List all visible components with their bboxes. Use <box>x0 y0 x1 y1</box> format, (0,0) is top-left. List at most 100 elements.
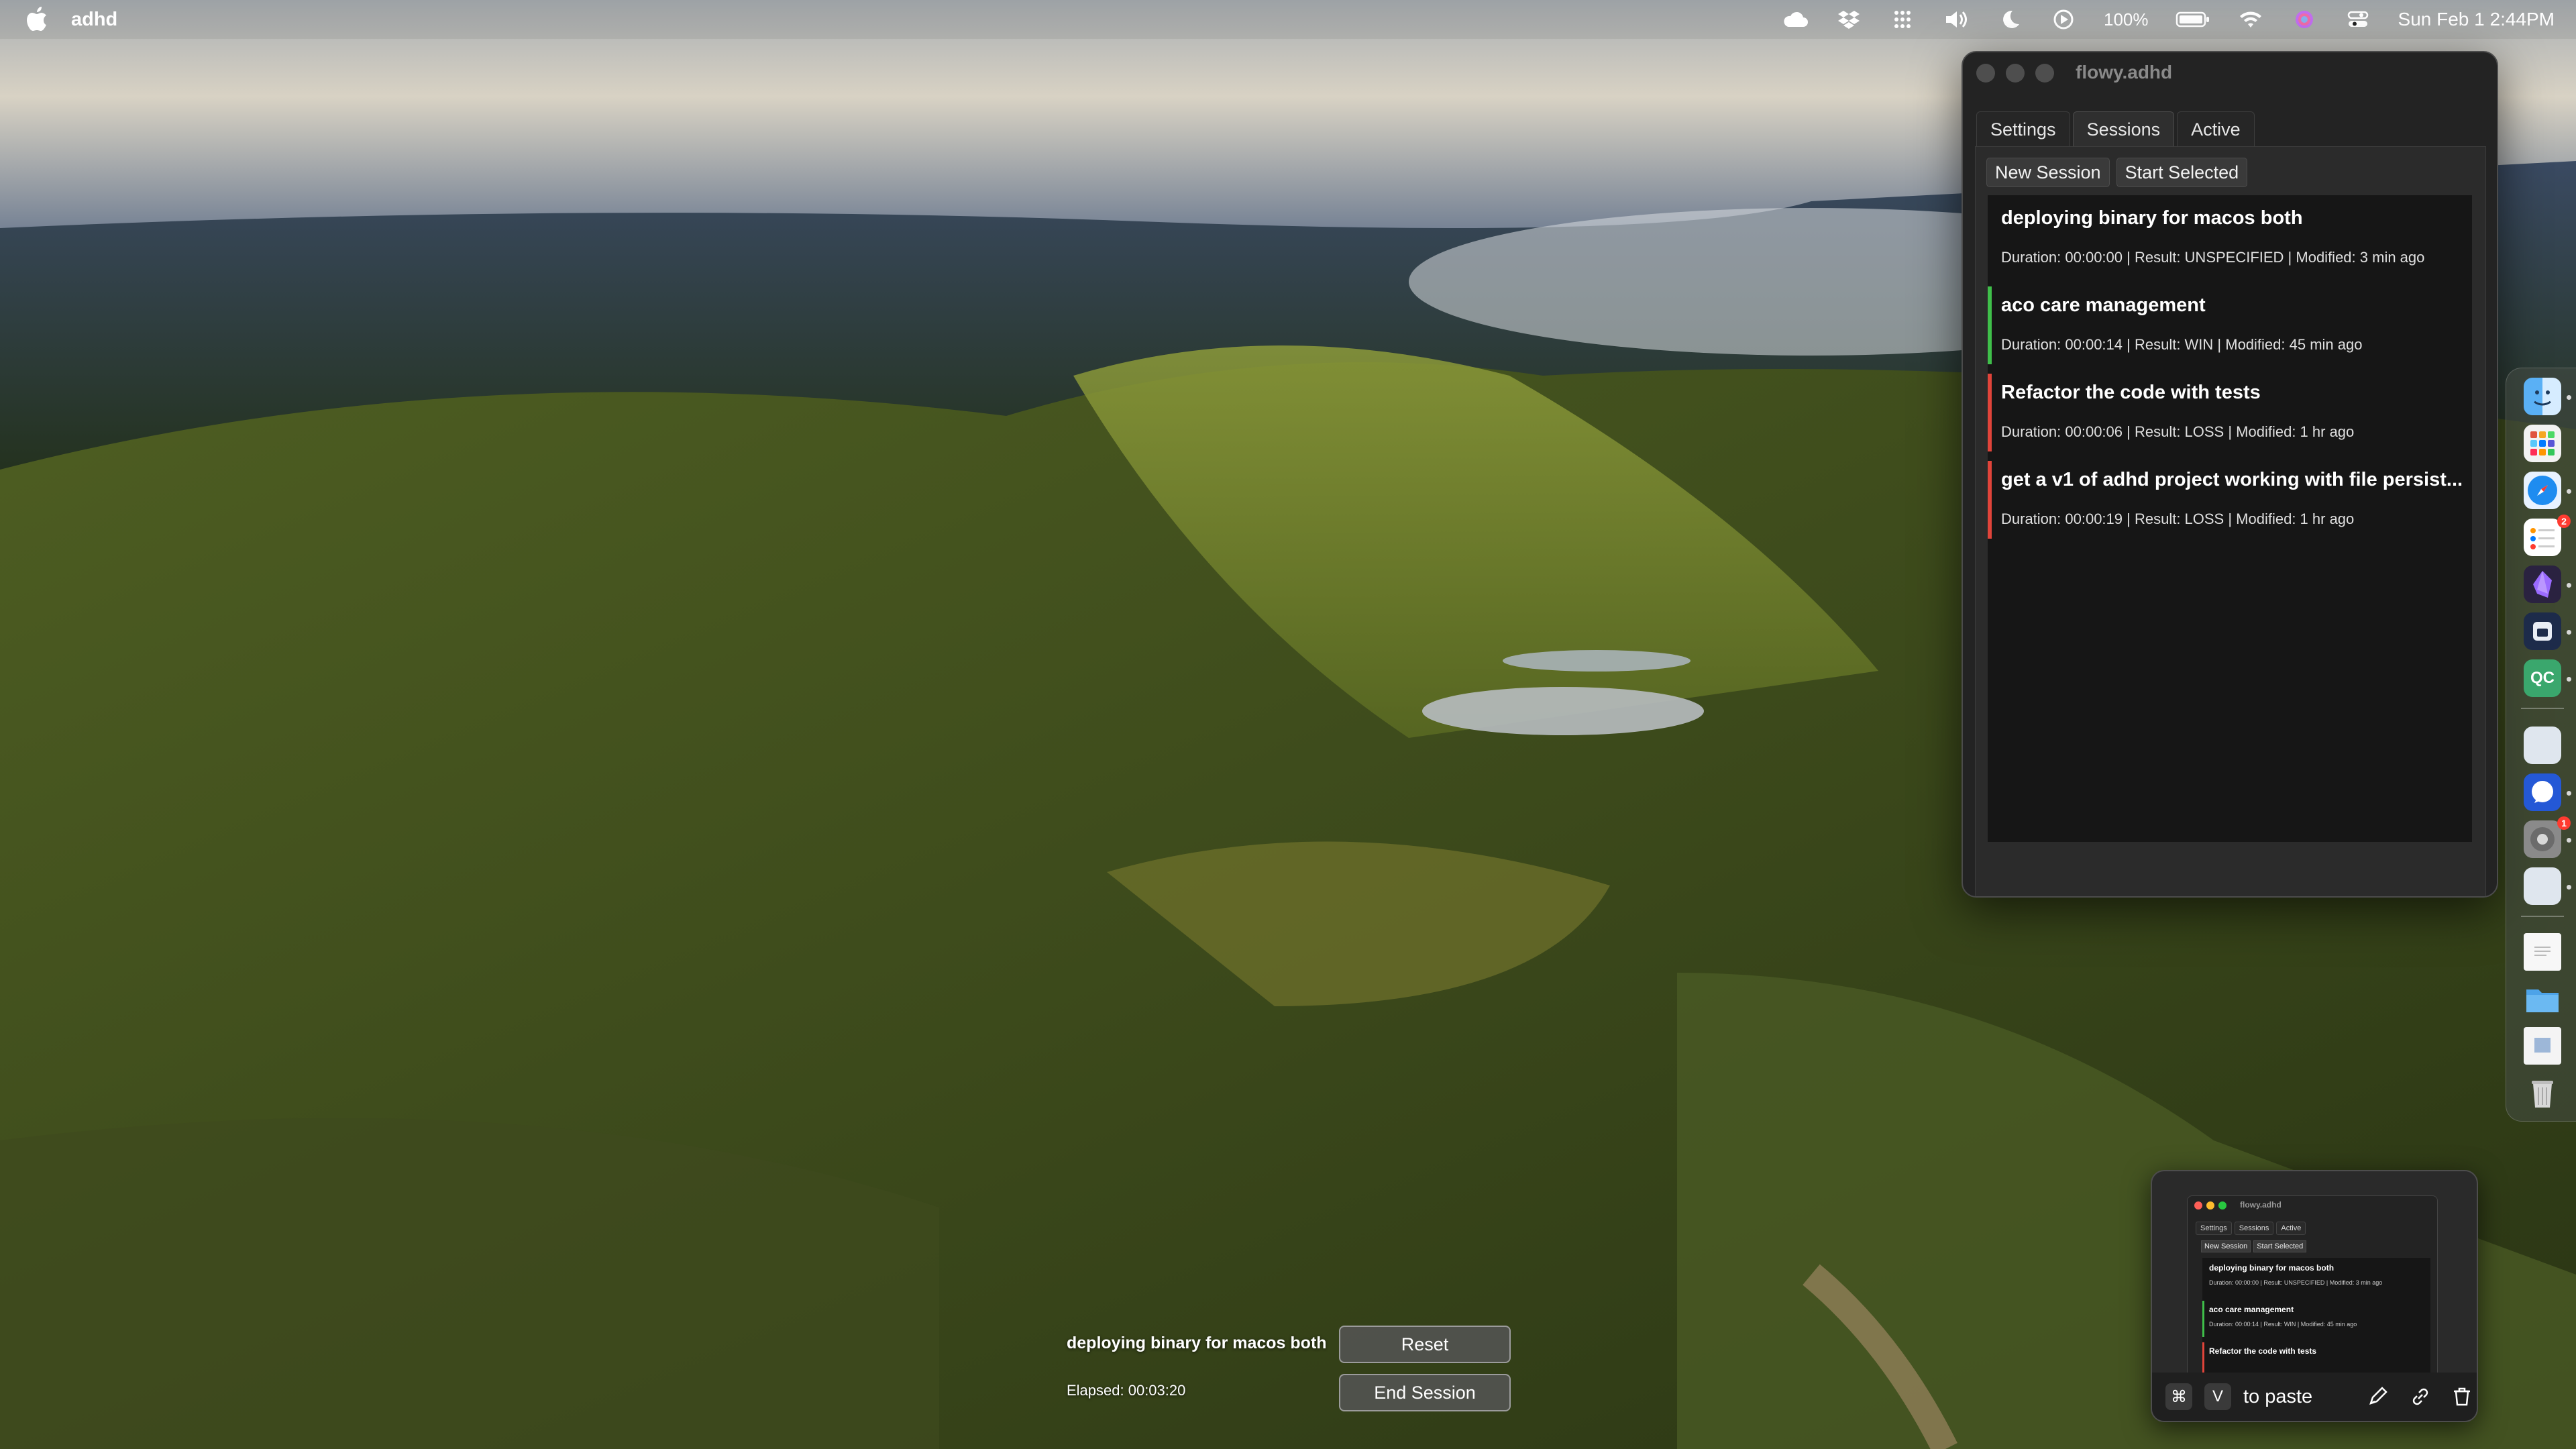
thumbnail-button: Start Selected <box>2253 1240 2307 1252</box>
thumbnail-tab: Settings <box>2196 1222 2232 1235</box>
markup-pen-icon[interactable] <box>2365 1385 2390 1409</box>
reset-button[interactable]: Reset <box>1339 1326 1511 1363</box>
running-indicator <box>2567 583 2571 588</box>
thumbnail-session-list: deploying binary for macos both Duration… <box>2202 1258 2430 1391</box>
session-list[interactable]: deploying binary for macos both Duration… <box>1988 195 2472 842</box>
qc-icon[interactable]: QC <box>2524 659 2561 697</box>
launchpad-icon[interactable] <box>2524 425 2561 462</box>
running-indicator <box>2567 677 2571 682</box>
thumbnail-session-title: aco care management <box>2209 1305 2294 1314</box>
siri-icon[interactable] <box>2291 8 2318 31</box>
session-row[interactable]: aco care management Duration: 00:00:14 |… <box>1988 282 2472 367</box>
thumbnail-preview-image: flowy.adhd Settings Sessions Active New … <box>2187 1195 2438 1391</box>
zoom-window-button[interactable] <box>2035 64 2054 83</box>
end-session-button[interactable]: End Session <box>1339 1374 1511 1411</box>
running-indicator <box>2567 791 2571 796</box>
thumbnail-tabs: Settings Sessions Active <box>2196 1222 2306 1235</box>
finder-icon[interactable] <box>2524 378 2561 415</box>
flowy-window: flowy.adhd Settings Sessions Active New … <box>1962 51 2498 898</box>
thumbnail-session-meta: Duration: 00:00:14 | Result: WIN | Modif… <box>2209 1321 2357 1328</box>
dock-separator <box>2521 708 2564 709</box>
tab-bar: Settings Sessions Active <box>1976 111 2257 148</box>
grid-dots-icon[interactable] <box>1889 8 1916 31</box>
tab-settings[interactable]: Settings <box>1976 111 2070 147</box>
result-indicator <box>1988 286 1992 364</box>
paste-hint: to paste <box>2243 1386 2313 1407</box>
trash-icon[interactable] <box>2524 1074 2561 1112</box>
zoom-dot <box>2218 1201 2226 1210</box>
thumbnail-session-title: Refactor the code with tests <box>2209 1346 2317 1356</box>
menubar-clock[interactable]: Sun Feb 1 2:44PM <box>2398 9 2555 30</box>
running-indicator <box>2567 838 2571 843</box>
thumbnail-session-meta: Duration: 00:00:00 | Result: UNSPECIFIED… <box>2209 1279 2383 1286</box>
running-indicator <box>2567 489 2571 494</box>
result-indicator <box>1988 374 1992 451</box>
app-icon[interactable] <box>2524 867 2561 905</box>
running-indicator <box>2567 395 2571 400</box>
command-key-icon: ⌘ <box>2165 1383 2192 1410</box>
session-meta: Duration: 00:00:14 | Result: WIN | Modif… <box>2001 336 2363 353</box>
moon-icon[interactable] <box>1996 8 2023 31</box>
reminders-icon[interactable] <box>2524 519 2561 556</box>
thumbnail-session-row: deploying binary for macos both Duration… <box>2202 1258 2430 1295</box>
running-indicator <box>2567 885 2571 890</box>
trash-icon[interactable] <box>2450 1385 2474 1409</box>
thumbnail-button: New Session <box>2201 1240 2251 1252</box>
control-center-icon[interactable] <box>2345 8 2371 31</box>
battery-icon[interactable] <box>2176 8 2210 31</box>
session-title: get a v1 of adhd project working with fi… <box>2001 469 2463 490</box>
dock: 2 QC 1 <box>2506 368 2576 1122</box>
session-row[interactable]: get a v1 of adhd project working with fi… <box>1988 457 2472 541</box>
thumbnail-session-title: deploying binary for macos both <box>2209 1263 2334 1273</box>
system-settings-icon[interactable] <box>2524 820 2561 858</box>
close-dot <box>2194 1201 2202 1210</box>
menubar-status-area: 100% Sun Feb 1 2:44PM <box>1782 0 2555 39</box>
document-icon[interactable] <box>2524 933 2561 971</box>
session-row[interactable]: deploying binary for macos both Duration… <box>1988 195 2472 280</box>
volume-icon[interactable] <box>1943 8 1970 31</box>
result-indicator <box>1988 199 1992 277</box>
thumbnail-session-row: aco care management Duration: 00:00:14 |… <box>2202 1299 2430 1337</box>
elapsed-time: Elapsed: 00:03:20 <box>1067 1382 1186 1399</box>
document-icon[interactable] <box>2524 1027 2561 1065</box>
play-circle-icon[interactable] <box>2050 8 2077 31</box>
screenshot-thumbnail[interactable]: flowy.adhd Settings Sessions Active New … <box>2151 1170 2478 1422</box>
apple-logo-icon[interactable] <box>25 7 48 32</box>
obsidian-icon[interactable] <box>2524 566 2561 603</box>
sessions-toolbar: New Session Start Selected <box>1986 158 2248 187</box>
session-meta: Duration: 00:00:06 | Result: LOSS | Modi… <box>2001 423 2355 440</box>
signal-icon[interactable] <box>2524 773 2561 811</box>
app-icon[interactable] <box>2524 612 2561 650</box>
folder-icon[interactable] <box>2524 980 2561 1018</box>
session-row[interactable]: Refactor the code with tests Duration: 0… <box>1988 370 2472 454</box>
thumbnail-action-bar: ⌘ V to paste <box>2152 1373 2477 1421</box>
battery-percentage: 100% <box>2104 9 2149 30</box>
session-title: aco care management <box>2001 294 2206 316</box>
active-session-title: deploying binary for macos both <box>1067 1334 1327 1352</box>
notification-badge: 1 <box>2557 816 2571 830</box>
link-icon[interactable] <box>2408 1385 2432 1409</box>
menu-bar: adhd 100% Sun Feb 1 2:44PM <box>0 0 2576 39</box>
v-key: V <box>2204 1383 2231 1410</box>
start-selected-button[interactable]: Start Selected <box>2116 158 2248 187</box>
window-titlebar[interactable]: flowy.adhd <box>1963 52 2497 94</box>
active-app-name[interactable]: adhd <box>71 9 117 31</box>
tab-sessions[interactable]: Sessions <box>2072 111 2175 147</box>
notification-badge: 2 <box>2557 515 2571 528</box>
result-indicator <box>2202 1301 2204 1337</box>
new-session-button[interactable]: New Session <box>1986 158 2110 187</box>
wifi-icon[interactable] <box>2237 8 2264 31</box>
dropbox-icon[interactable] <box>1835 8 1862 31</box>
minimize-window-button[interactable] <box>2006 64 2025 83</box>
close-window-button[interactable] <box>1976 64 1995 83</box>
minimize-dot <box>2206 1201 2214 1210</box>
thumbnail-buttons: New Session Start Selected <box>2201 1240 2307 1252</box>
safari-icon[interactable] <box>2524 472 2561 509</box>
cloud-icon[interactable] <box>1782 8 1809 31</box>
thumbnail-window-title: flowy.adhd <box>2240 1200 2282 1210</box>
app-icon[interactable] <box>2524 727 2561 764</box>
session-title: deploying binary for macos both <box>2001 207 2303 229</box>
dock-separator <box>2521 916 2564 917</box>
tab-active[interactable]: Active <box>2177 111 2255 147</box>
session-title: Refactor the code with tests <box>2001 382 2261 403</box>
